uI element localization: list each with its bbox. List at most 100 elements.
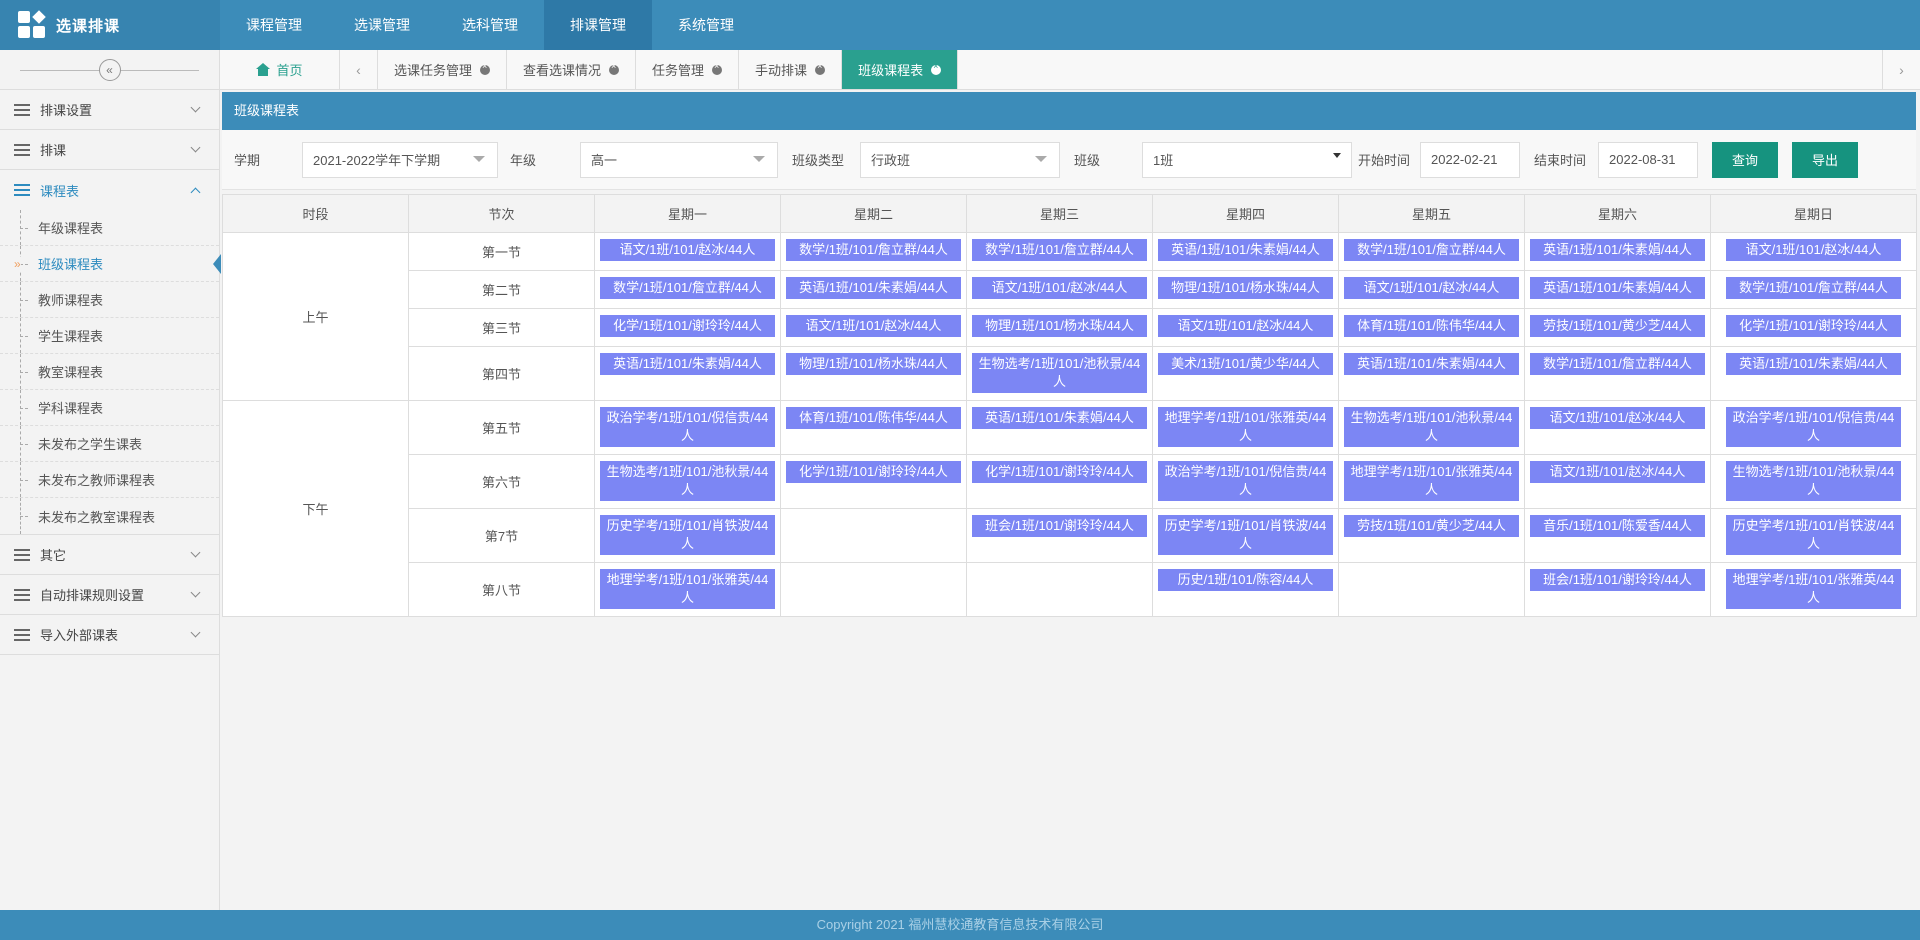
course-block[interactable]: 体育/1班/101/陈伟华/44人 bbox=[1344, 315, 1519, 337]
course-block[interactable]: 生物选考/1班/101/池秋景/44人 bbox=[1344, 407, 1519, 447]
schedule-cell: 地理学考/1班/101/张雅英/44人 bbox=[1152, 400, 1339, 455]
course-block[interactable]: 语文/1班/101/赵冰/44人 bbox=[1530, 407, 1705, 429]
course-block[interactable]: 地理学考/1班/101/张雅英/44人 bbox=[1726, 569, 1901, 609]
course-block[interactable]: 地理学考/1班/101/张雅英/44人 bbox=[1344, 461, 1519, 501]
sidebar-sub-item[interactable]: 未发布之学生课表 bbox=[0, 426, 219, 462]
course-block[interactable]: 历史/1班/101/陈容/44人 bbox=[1158, 569, 1333, 591]
top-nav-item[interactable]: 选课管理 bbox=[328, 0, 436, 50]
top-nav-item[interactable]: 选科管理 bbox=[436, 0, 544, 50]
class-type-select[interactable]: 行政班 bbox=[860, 141, 1060, 178]
course-block[interactable]: 语文/1班/101/赵冰/44人 bbox=[1158, 315, 1333, 337]
sidebar-sub-item[interactable]: 教师课程表 bbox=[0, 282, 219, 318]
course-block[interactable]: 政治学考/1班/101/倪信贵/44人 bbox=[1158, 461, 1333, 501]
course-block[interactable]: 历史学考/1班/101/肖铁波/44人 bbox=[600, 515, 775, 555]
course-block[interactable]: 数学/1班/101/詹立群/44人 bbox=[1344, 239, 1519, 261]
close-icon[interactable] bbox=[931, 61, 942, 75]
sidebar-sub-item[interactable]: 未发布之教室课程表 bbox=[0, 498, 219, 534]
term-select[interactable]: 2021-2022学年下学期 bbox=[302, 141, 498, 178]
tab-item[interactable]: 手动排课 bbox=[739, 50, 843, 89]
sidebar-sub-item[interactable]: 教室课程表 bbox=[0, 354, 219, 390]
tabs-prev-button[interactable]: ‹ bbox=[340, 50, 378, 89]
course-block[interactable]: 数学/1班/101/詹立群/44人 bbox=[972, 239, 1147, 261]
course-block[interactable]: 化学/1班/101/谢玲玲/44人 bbox=[600, 315, 775, 337]
tab-item[interactable]: 选课任务管理 bbox=[378, 50, 508, 89]
close-icon[interactable] bbox=[815, 61, 826, 75]
course-block[interactable]: 语文/1班/101/赵冰/44人 bbox=[1344, 277, 1519, 299]
sidebar-sub-item[interactable]: 未发布之教师课程表 bbox=[0, 462, 219, 498]
course-block[interactable]: 英语/1班/101/朱素娟/44人 bbox=[1726, 353, 1901, 375]
course-block[interactable]: 英语/1班/101/朱素娟/44人 bbox=[972, 407, 1147, 429]
course-block[interactable]: 数学/1班/101/詹立群/44人 bbox=[1530, 353, 1705, 375]
sidebar-group[interactable]: 排课设置 bbox=[0, 90, 219, 130]
course-block[interactable]: 语文/1班/101/赵冰/44人 bbox=[1530, 461, 1705, 483]
course-block[interactable]: 生物选考/1班/101/池秋景/44人 bbox=[1726, 461, 1901, 501]
course-block[interactable]: 班会/1班/101/谢玲玲/44人 bbox=[972, 515, 1147, 537]
course-block[interactable]: 英语/1班/101/朱素娟/44人 bbox=[1344, 353, 1519, 375]
grade-select[interactable]: 高一 bbox=[580, 141, 778, 178]
sidebar-sub-item[interactable]: 学生课程表 bbox=[0, 318, 219, 354]
course-block[interactable]: 语文/1班/101/赵冰/44人 bbox=[1726, 239, 1901, 261]
top-nav-item[interactable]: 系统管理 bbox=[652, 0, 760, 50]
sidebar-group[interactable]: 排课 bbox=[0, 130, 219, 170]
course-block[interactable]: 历史学考/1班/101/肖铁波/44人 bbox=[1158, 515, 1333, 555]
course-block[interactable]: 物理/1班/101/杨水珠/44人 bbox=[972, 315, 1147, 337]
course-block[interactable]: 语文/1班/101/赵冰/44人 bbox=[786, 315, 961, 337]
course-block[interactable]: 英语/1班/101/朱素娟/44人 bbox=[1158, 239, 1333, 261]
close-icon[interactable] bbox=[712, 61, 723, 75]
course-block[interactable]: 政治学考/1班/101/倪信贵/44人 bbox=[1726, 407, 1901, 447]
sidebar-group[interactable]: 自动排课规则设置 bbox=[0, 575, 219, 615]
tab-home[interactable]: 首页 bbox=[220, 50, 340, 89]
course-block[interactable]: 物理/1班/101/杨水珠/44人 bbox=[786, 353, 961, 375]
sidebar-sub-item[interactable]: 年级课程表 bbox=[0, 210, 219, 246]
course-block[interactable]: 语文/1班/101/赵冰/44人 bbox=[972, 277, 1147, 299]
lesson-label-cell: 第二节 bbox=[408, 270, 595, 309]
sidebar-sub-item[interactable]: » 班级课程表 bbox=[0, 246, 221, 282]
tabs-next-button[interactable]: › bbox=[1882, 50, 1920, 89]
course-block[interactable]: 音乐/1班/101/陈爱香/44人 bbox=[1530, 515, 1705, 537]
course-block[interactable]: 英语/1班/101/朱素娟/44人 bbox=[600, 353, 775, 375]
sidebar-group-course-schedule[interactable]: 课程表 bbox=[0, 170, 219, 210]
schedule-cell: 数学/1班/101/詹立群/44人 bbox=[1524, 346, 1711, 401]
course-block[interactable]: 化学/1班/101/谢玲玲/44人 bbox=[1726, 315, 1901, 337]
schedule-cell: 音乐/1班/101/陈爱香/44人 bbox=[1524, 508, 1711, 563]
tab-item[interactable]: 查看选课情况 bbox=[507, 50, 637, 89]
course-block[interactable]: 语文/1班/101/赵冰/44人 bbox=[600, 239, 775, 261]
sidebar-group[interactable]: 其它 bbox=[0, 535, 219, 575]
sidebar-group[interactable]: 导入外部课表 bbox=[0, 615, 219, 655]
course-block[interactable]: 物理/1班/101/杨水珠/44人 bbox=[1158, 277, 1333, 299]
sidebar-sub-item[interactable]: 学科课程表 bbox=[0, 390, 219, 426]
course-block[interactable]: 历史学考/1班/101/肖铁波/44人 bbox=[1726, 515, 1901, 555]
tab-item[interactable]: 班级课程表 bbox=[842, 50, 959, 89]
class-select[interactable]: 1班 bbox=[1142, 141, 1352, 178]
course-block[interactable]: 地理学考/1班/101/张雅英/44人 bbox=[600, 569, 775, 609]
course-block[interactable]: 英语/1班/101/朱素娟/44人 bbox=[1530, 277, 1705, 299]
course-block[interactable]: 劳技/1班/101/黄少芝/44人 bbox=[1530, 315, 1705, 337]
top-nav-item[interactable]: 排课管理 bbox=[544, 0, 652, 50]
top-nav-item[interactable]: 课程管理 bbox=[220, 0, 328, 50]
course-block[interactable]: 化学/1班/101/谢玲玲/44人 bbox=[972, 461, 1147, 483]
course-block[interactable]: 化学/1班/101/谢玲玲/44人 bbox=[786, 461, 961, 483]
schedule-cell: 体育/1班/101/陈伟华/44人 bbox=[1338, 308, 1525, 347]
collapse-sidebar-icon[interactable]: « bbox=[98, 58, 121, 81]
tab-item[interactable]: 任务管理 bbox=[636, 50, 740, 89]
course-block[interactable]: 英语/1班/101/朱素娟/44人 bbox=[786, 277, 961, 299]
course-block[interactable]: 体育/1班/101/陈伟华/44人 bbox=[786, 407, 961, 429]
course-block[interactable]: 美术/1班/101/黄少华/44人 bbox=[1158, 353, 1333, 375]
export-button[interactable]: 导出 bbox=[1792, 141, 1859, 178]
course-block[interactable]: 班会/1班/101/谢玲玲/44人 bbox=[1530, 569, 1705, 591]
course-block[interactable]: 数学/1班/101/詹立群/44人 bbox=[786, 239, 961, 261]
course-block[interactable]: 生物选考/1班/101/池秋景/44人 bbox=[972, 353, 1147, 393]
close-icon[interactable] bbox=[609, 61, 620, 75]
course-block[interactable]: 生物选考/1班/101/池秋景/44人 bbox=[600, 461, 775, 501]
course-block[interactable]: 政治学考/1班/101/倪信贵/44人 bbox=[600, 407, 775, 447]
course-block[interactable]: 地理学考/1班/101/张雅英/44人 bbox=[1158, 407, 1333, 447]
schedule-cell: 政治学考/1班/101/倪信贵/44人 bbox=[594, 400, 781, 455]
course-block[interactable]: 劳技/1班/101/黄少芝/44人 bbox=[1344, 515, 1519, 537]
course-block[interactable]: 数学/1班/101/詹立群/44人 bbox=[600, 277, 775, 299]
start-date-input[interactable] bbox=[1420, 141, 1521, 178]
course-block[interactable]: 数学/1班/101/詹立群/44人 bbox=[1726, 277, 1901, 299]
close-icon[interactable] bbox=[480, 61, 491, 75]
end-date-input[interactable] bbox=[1598, 141, 1699, 178]
course-block[interactable]: 英语/1班/101/朱素娟/44人 bbox=[1530, 239, 1705, 261]
query-button[interactable]: 查询 bbox=[1712, 141, 1779, 178]
